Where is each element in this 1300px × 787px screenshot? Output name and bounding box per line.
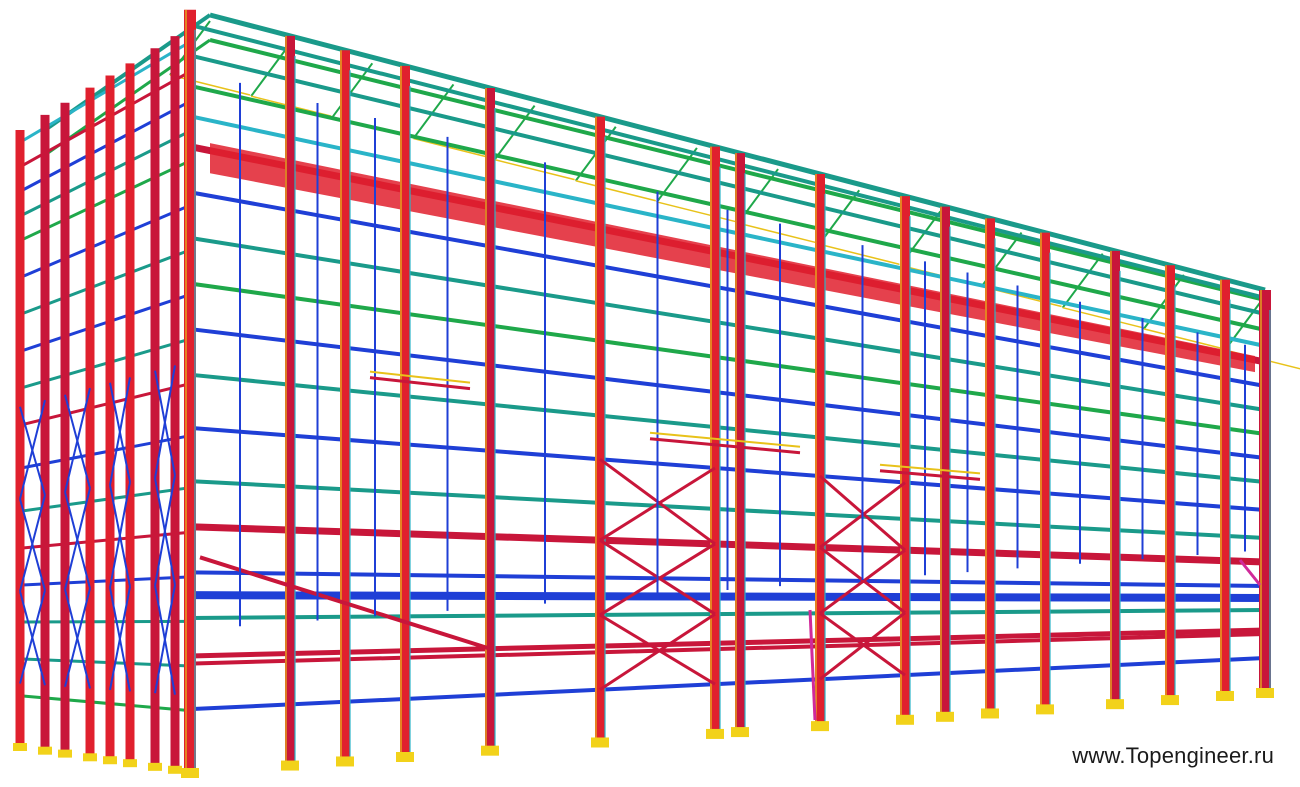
front-beam-level: [189, 656, 1266, 712]
base-plate: [1161, 695, 1179, 706]
platform-handrail: [369, 370, 471, 384]
base-plate: [13, 743, 27, 751]
base-plate: [181, 768, 199, 778]
base-plate: [168, 765, 182, 774]
base-plate: [83, 753, 97, 762]
lower-runway-beam: [189, 627, 1266, 659]
base-plate: [103, 756, 117, 765]
base-plate: [981, 708, 999, 719]
base-plate: [38, 746, 52, 755]
base-plate: [591, 737, 609, 748]
base-plate: [731, 727, 749, 738]
base-plate: [896, 714, 914, 725]
base-plate: [1216, 690, 1234, 701]
base-plate: [58, 749, 72, 758]
base-plate: [936, 711, 954, 722]
base-plate: [336, 756, 354, 767]
magenta-member: [808, 609, 817, 721]
structure-canvas: [0, 0, 1300, 787]
base-plate: [706, 728, 724, 739]
lower-crane-beam: [189, 591, 1266, 602]
base-plate: [811, 721, 829, 732]
base-plate: [1036, 704, 1054, 715]
base-plate: [281, 760, 299, 771]
base-plate: [1106, 699, 1124, 710]
base-plate: [123, 759, 137, 768]
front-beam-level: [189, 632, 1266, 666]
roof-truss-member: [1061, 253, 1104, 309]
base-plate: [481, 745, 499, 756]
base-plate: [396, 752, 414, 762]
front-beam-level: [189, 608, 1266, 620]
watermark-text: www.Topengineer.ru: [1072, 743, 1274, 768]
platform-deck: [369, 376, 471, 391]
steel-frame-render: [13, 9, 1300, 778]
roof-truss-member: [413, 137, 494, 160]
platform-deck: [649, 437, 801, 455]
base-plate: [1256, 688, 1274, 698]
base-plate: [148, 762, 162, 771]
